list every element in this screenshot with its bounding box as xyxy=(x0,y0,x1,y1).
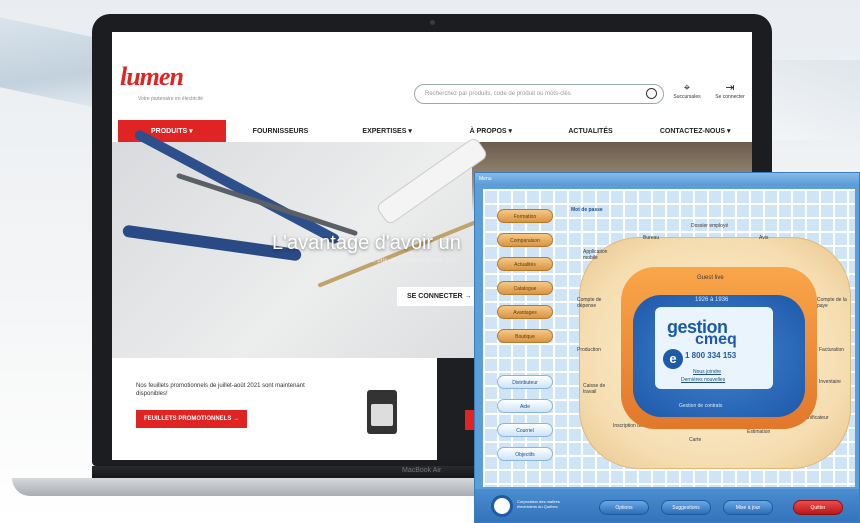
hero-title: L'avantage d'avoir un xyxy=(272,232,461,254)
ring-item-inventory[interactable]: Inventaire xyxy=(819,379,841,385)
ring-item-office[interactable]: Bureau xyxy=(643,235,659,241)
search-input[interactable]: Recherchez par produits, code de produit… xyxy=(414,84,664,104)
catalog-button[interactable]: Catalogue xyxy=(497,281,553,295)
ring-item-billing[interactable]: Facturation xyxy=(819,347,844,353)
help-button[interactable]: Aide xyxy=(497,399,553,413)
brand-name-2: cmeq xyxy=(695,331,737,348)
laptop-label: MacBook Air xyxy=(402,467,442,474)
site-logo[interactable]: lumen xyxy=(120,62,184,92)
hero-login-button[interactable]: SE CONNECTER → xyxy=(397,287,482,306)
stores-link[interactable]: ⌖ Succursales xyxy=(667,82,707,100)
email-button[interactable]: Courriel xyxy=(497,423,553,437)
news-button[interactable]: Actualités xyxy=(497,257,553,271)
brand-phone: 1 800 334 153 xyxy=(685,351,737,360)
ring-item-mobile[interactable]: Application mobile xyxy=(583,249,619,261)
app-body: Formation Comparaison Actualités Catalog… xyxy=(483,189,855,487)
nav-expertise[interactable]: EXPERTISES ▾ xyxy=(335,127,439,135)
nav-contact[interactable]: CONTACTEZ-NOUS ▾ xyxy=(638,127,752,135)
search-icon[interactable] xyxy=(646,88,657,99)
distributor-button[interactable]: Distributeur xyxy=(497,375,553,389)
brand-e-icon: e xyxy=(663,349,683,369)
latest-news-link[interactable]: Dernières nouvelles xyxy=(681,377,725,383)
ring-item-employee[interactable]: Dossier employé xyxy=(691,223,728,229)
search-placeholder: Recherchez par produits, code de produit… xyxy=(425,91,571,97)
ring-item-payroll[interactable]: Compte de la paye xyxy=(817,297,849,309)
login-link[interactable]: ⇥ Se connecter xyxy=(710,82,750,100)
camera-dot xyxy=(430,20,435,25)
promo-text: Nos feuillets promotionnels de juillet-a… xyxy=(136,383,305,397)
nav-products[interactable]: PRODUITS ▾ xyxy=(118,120,226,142)
contact-link[interactable]: Nous joindre xyxy=(693,369,721,375)
gestion-app-window: Menu Formation Comparaison Actualités Ca… xyxy=(474,172,860,523)
password-link[interactable]: Mot de passe xyxy=(571,207,603,213)
login-arrow-icon: ⇥ xyxy=(725,82,735,94)
logo-tagline: Votre partenaire en électricité xyxy=(138,96,204,102)
options-button[interactable]: Options xyxy=(599,500,649,515)
comparison-button[interactable]: Comparaison xyxy=(497,233,553,247)
formation-button[interactable]: Formation xyxy=(497,209,553,223)
ring-item-estimation[interactable]: Estimation xyxy=(747,429,770,435)
shop-button[interactable]: Boutique xyxy=(497,329,553,343)
nav-about[interactable]: À PROPOS ▾ xyxy=(439,127,543,135)
hero-subtitle: Produits, prix, disponibilités et bien p… xyxy=(352,258,458,264)
ring-item-expenses[interactable]: Compte de dépense xyxy=(577,297,613,309)
cmeq-logo-icon xyxy=(491,495,513,517)
promo-button[interactable]: FEUILLETS PROMOTIONNELS → xyxy=(136,410,248,428)
app-footer: Corporation des maîtres électriciens du … xyxy=(475,489,859,522)
ring-item-production[interactable]: Production xyxy=(577,347,601,353)
update-button[interactable]: Mise à jour xyxy=(723,500,773,515)
contracts-label[interactable]: Gestion de contrats xyxy=(679,403,722,409)
advantages-button[interactable]: Avantages xyxy=(497,305,553,319)
background-shape xyxy=(770,60,860,140)
login-label: Se connecter xyxy=(715,94,745,100)
ring-item-work[interactable]: Caisse de travail xyxy=(583,383,617,395)
tablet-icon xyxy=(367,390,397,434)
footer-org: Corporation des maîtres électriciens du … xyxy=(517,499,560,509)
suggestions-button[interactable]: Suggestions xyxy=(661,500,711,515)
stores-label: Succursales xyxy=(673,94,701,100)
location-pin-icon: ⌖ xyxy=(683,82,691,94)
objectives-button[interactable]: Objectifs xyxy=(497,447,553,461)
ring-item-notices[interactable]: Avis xyxy=(759,235,768,241)
main-nav: PRODUITS ▾ FOURNISSEURS EXPERTISES ▾ À P… xyxy=(112,120,752,142)
nav-suppliers[interactable]: FOURNISSEURS xyxy=(226,128,336,135)
app-titlebar: Menu xyxy=(475,173,859,185)
nav-news[interactable]: ACTUALITÉS xyxy=(543,128,639,135)
ring-item-map[interactable]: Carte xyxy=(689,437,701,443)
brand-years: 1926 à 1936 xyxy=(695,297,729,303)
mid-label[interactable]: Guest live xyxy=(697,275,724,281)
quit-button[interactable]: Quitter xyxy=(793,500,843,515)
